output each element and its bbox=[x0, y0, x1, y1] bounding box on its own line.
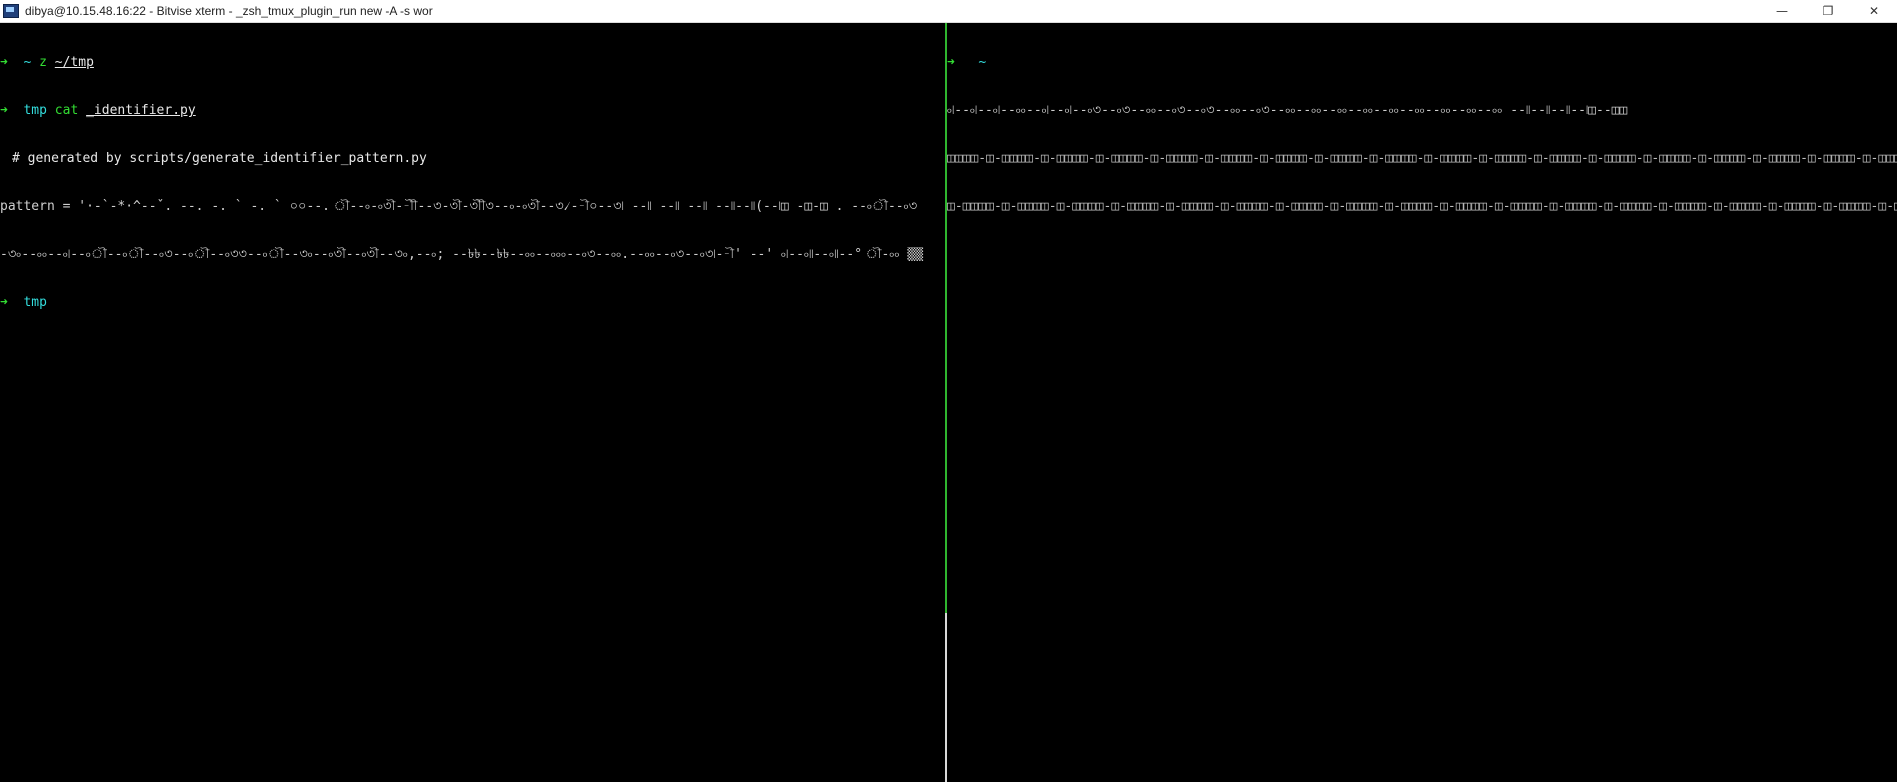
command-name: cat bbox=[54, 103, 79, 118]
tmux-pane-right[interactable]: ➜ ~ ৹৷--৹৷--৹৷--৹৹--৹৷--৹৷--৹৩--৹৩--৹৹--… bbox=[947, 23, 1897, 782]
tmux-pane-left[interactable]: ➜ ~ z ~/tmp ➜ tmp cat _identifier.py # g… bbox=[0, 23, 944, 782]
prompt-arrow-icon: ➜ bbox=[0, 103, 8, 118]
prompt-directory: tmp bbox=[23, 103, 47, 118]
pattern-box-glyph-line: ◫-◫◫◫◫-◫-◫◫◫◫-◫-◫◫◫◫-◫-◫◫◫◫-◫-◫◫◫◫-◫-◫◫◫… bbox=[947, 199, 1897, 214]
prompt-arrow-icon: ➜ bbox=[0, 55, 8, 70]
prompt-arrow-icon: ➜ bbox=[947, 55, 955, 70]
pattern-overflow-line: ৹৷--৹৷--৹৷--৹৹--৹৷--৹৷--৹৩--৹৩--৹৹--৹৩--… bbox=[947, 103, 1628, 118]
prompt-directory: ~ bbox=[978, 55, 987, 70]
prompt-arrow-icon: ➜ bbox=[0, 295, 8, 310]
prompt-directory: tmp bbox=[23, 295, 47, 310]
terminal-line: ➜ ~ bbox=[947, 55, 1897, 71]
pattern-line: pattern = '·-`-*·^--ˇ. --. -. ` -. ` ০০-… bbox=[0, 199, 918, 214]
command-argument: _identifier.py bbox=[86, 103, 196, 118]
pattern-line-continued: -৩৹--৹৹--৹৷--৹ৗ--৹ৗ--৹৩--৹ৗ--৹৩৩--৹ৗ--৩৹… bbox=[0, 247, 924, 262]
terminal-line: ➜ tmp cat _identifier.py bbox=[0, 103, 944, 119]
terminal-app-icon bbox=[3, 4, 19, 18]
window-title-bar[interactable]: dibya@10.15.48.16:22 - Bitvise xterm - _… bbox=[0, 0, 1897, 23]
pattern-box-glyph-line: ◫◫◫◫-◫-◫◫◫◫-◫-◫◫◫◫-◫-◫◫◫◫-◫-◫◫◫◫-◫-◫◫◫◫-… bbox=[947, 151, 1897, 166]
terminal-area[interactable]: ➜ ~ z ~/tmp ➜ tmp cat _identifier.py # g… bbox=[0, 23, 1897, 782]
command-name: z bbox=[39, 55, 47, 70]
restore-button[interactable]: ❐ bbox=[1805, 0, 1851, 22]
window-title: dibya@10.15.48.16:22 - Bitvise xterm - _… bbox=[25, 4, 433, 18]
prompt-directory: ~ bbox=[23, 55, 32, 70]
window-controls: — ❐ ✕ bbox=[1759, 0, 1897, 22]
minimize-button[interactable]: — bbox=[1759, 0, 1805, 22]
command-argument: ~/tmp bbox=[54, 55, 94, 70]
file-comment-line: # generated by scripts/generate_identifi… bbox=[12, 151, 427, 166]
terminal-line: ➜ tmp bbox=[0, 295, 944, 311]
close-button[interactable]: ✕ bbox=[1851, 0, 1897, 22]
terminal-line: ➜ ~ z ~/tmp bbox=[0, 55, 944, 71]
